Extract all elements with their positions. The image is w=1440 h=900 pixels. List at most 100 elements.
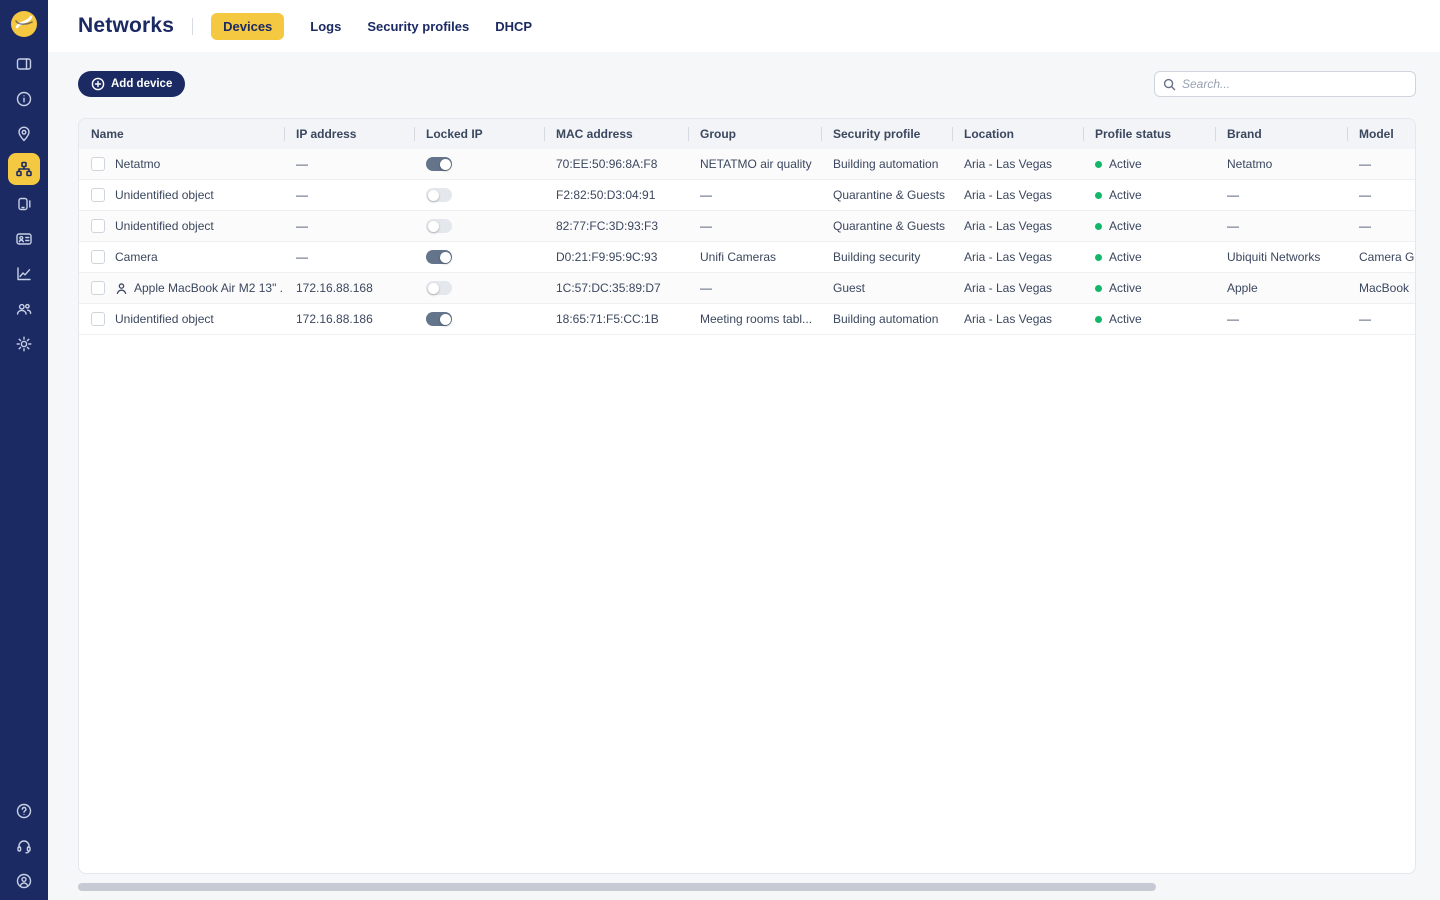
cell-ip: — [284,242,414,272]
locked-ip-toggle[interactable] [426,250,452,264]
cell-mac: 70:EE:50:96:8A:F8 [544,149,688,179]
column-header-location[interactable]: Location [952,119,1083,149]
status-label: Active [1109,312,1142,326]
cell-locked-ip [414,273,544,303]
toggle-knob [440,314,451,325]
cell-location: Aria - Las Vegas [952,211,1083,241]
column-header-name[interactable]: Name [79,119,284,149]
sidebar-item-account[interactable] [8,865,40,897]
cell-model: — [1347,211,1416,241]
cell-name: Unidentified object [79,211,284,241]
column-header-security-profile[interactable]: Security profile [821,119,952,149]
contact-card-icon [15,230,33,248]
display-icon [15,55,33,73]
tab-security-profiles[interactable]: Security profiles [367,19,469,34]
person-icon [115,282,128,295]
table-row[interactable]: Apple MacBook Air M2 13" ...172.16.88.16… [79,273,1416,304]
cell-profile-status: Active [1083,211,1215,241]
row-checkbox[interactable] [91,157,105,171]
sidebar-item-location[interactable] [8,118,40,150]
column-header-group[interactable]: Group [688,119,821,149]
cell-model: — [1347,304,1416,334]
sidebar-item-support[interactable] [8,830,40,862]
sidebar-item-analytics[interactable] [8,258,40,290]
location-icon [15,125,33,143]
locked-ip-toggle[interactable] [426,157,452,171]
cell-model: — [1347,180,1416,210]
main-content: Add device Name IP address Locked IP MAC… [48,52,1440,900]
status-dot [1095,161,1102,168]
cell-location: Aria - Las Vegas [952,180,1083,210]
status-label: Active [1109,188,1142,202]
cell-security-profile: Quarantine & Guests [821,180,952,210]
cell-group: NETATMO air quality [688,149,821,179]
cell-security-profile: Building security [821,242,952,272]
sidebar-item-networks[interactable] [8,153,40,185]
app-logo-icon [10,10,38,38]
row-checkbox[interactable] [91,250,105,264]
circle-plus-icon [91,77,105,91]
horizontal-scrollbar-track[interactable] [78,883,1416,891]
column-header-model[interactable]: Model [1347,119,1416,149]
settings-icon [15,335,33,353]
column-header-ip[interactable]: IP address [284,119,414,149]
table-row[interactable]: Camera—D0:21:F9:95:9C:93Unifi CamerasBui… [79,242,1416,273]
locked-ip-toggle[interactable] [426,312,452,326]
cell-mac: 1C:57:DC:35:89:D7 [544,273,688,303]
tab-logs[interactable]: Logs [310,19,341,34]
status-label: Active [1109,250,1142,264]
tab-dhcp[interactable]: DHCP [495,19,532,34]
page-title: Networks [78,14,174,38]
cell-profile-status: Active [1083,273,1215,303]
table-row[interactable]: Netatmo—70:EE:50:96:8A:F8NETATMO air qua… [79,149,1416,180]
table-body: Netatmo—70:EE:50:96:8A:F8NETATMO air qua… [79,149,1415,335]
sidebar-item-help[interactable] [8,795,40,827]
row-checkbox[interactable] [91,312,105,326]
column-header-brand[interactable]: Brand [1215,119,1347,149]
cell-security-profile: Quarantine & Guests [821,211,952,241]
cell-name: Camera [79,242,284,272]
status-label: Active [1109,281,1142,295]
cell-name: Unidentified object [79,180,284,210]
cell-locked-ip [414,242,544,272]
headset-icon [15,837,33,855]
sidebar-item-users[interactable] [8,293,40,325]
add-device-button[interactable]: Add device [78,71,185,97]
status-dot [1095,254,1102,261]
locked-ip-toggle[interactable] [426,219,452,233]
sidebar-item-info[interactable] [8,83,40,115]
row-checkbox[interactable] [91,188,105,202]
sidebar-item-display[interactable] [8,48,40,80]
cell-location: Aria - Las Vegas [952,304,1083,334]
locked-ip-toggle[interactable] [426,281,452,295]
sidebar-nav [8,48,40,363]
sidebar-item-contacts[interactable] [8,223,40,255]
table-row[interactable]: Unidentified object—F2:82:50:D3:04:91—Qu… [79,180,1416,211]
cell-brand: Ubiquiti Networks [1215,242,1347,272]
status-dot [1095,223,1102,230]
device-name: Unidentified object [115,188,214,202]
search-box [1154,71,1416,97]
search-input[interactable] [1182,77,1407,91]
cell-locked-ip [414,149,544,179]
sidebar-item-mobile[interactable] [8,188,40,220]
cell-group: — [688,180,821,210]
cell-model: Camera G [1347,242,1416,272]
network-icon [15,160,33,178]
column-header-locked-ip[interactable]: Locked IP [414,119,544,149]
horizontal-scrollbar-thumb[interactable] [78,883,1156,891]
column-header-mac[interactable]: MAC address [544,119,688,149]
column-header-profile-status[interactable]: Profile status [1083,119,1215,149]
table-row[interactable]: Unidentified object—82:77:FC:3D:93:F3—Qu… [79,211,1416,242]
devices-table: Name IP address Locked IP MAC address Gr… [78,118,1416,874]
table-row[interactable]: Unidentified object172.16.88.18618:65:71… [79,304,1416,335]
cell-profile-status: Active [1083,180,1215,210]
cell-ip: — [284,211,414,241]
tab-devices[interactable]: Devices [211,13,284,40]
cell-ip: 172.16.88.168 [284,273,414,303]
row-checkbox[interactable] [91,281,105,295]
sidebar-item-settings[interactable] [8,328,40,360]
locked-ip-toggle[interactable] [426,188,452,202]
row-checkbox[interactable] [91,219,105,233]
status-dot [1095,192,1102,199]
